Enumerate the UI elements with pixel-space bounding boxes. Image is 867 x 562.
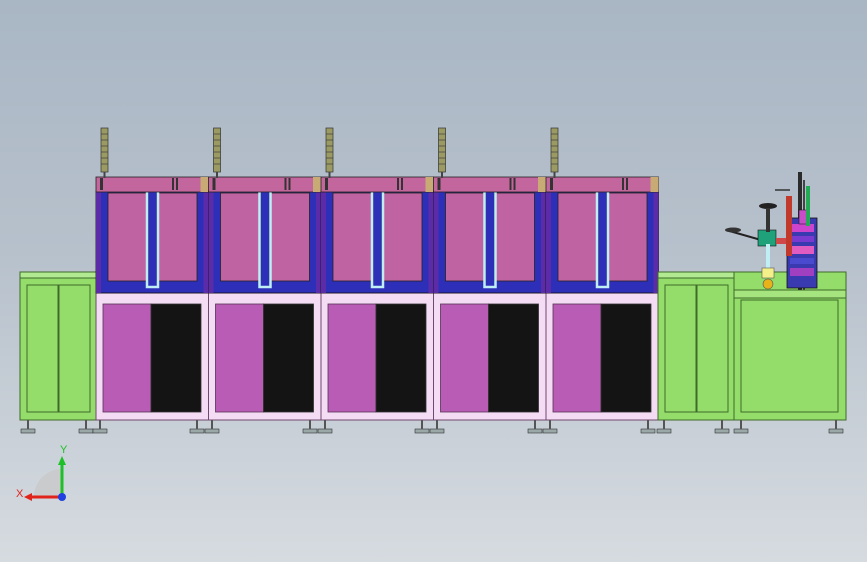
leveling-foot [733,428,749,434]
top-rail [320,176,434,193]
top-rail [545,176,659,193]
top-rail [433,176,547,193]
lower-panel-window [263,303,314,413]
y-axis-label: Y [60,444,68,456]
leveling-foot [78,428,94,434]
chamber-module [95,127,209,421]
signal-tower [550,127,559,173]
signal-tower [213,127,221,173]
chamber-module [545,127,659,421]
x-axis-arrowhead [24,493,32,501]
lower-panel-door [215,303,264,413]
leveling-foot [527,428,543,434]
lower-panel-door [552,303,602,413]
chamber-module [208,127,322,421]
triad-plane-icon [34,469,62,497]
signal-tower [100,127,109,173]
z-axis-marker [58,493,66,501]
right-green-cabinet [657,271,735,421]
leveling-foot [302,428,318,434]
lower-panel-window [488,303,539,413]
lower-panel-door [327,303,377,413]
leveling-feet [20,420,844,434]
signal-tower [438,127,446,173]
leveling-foot [828,428,844,434]
cad-viewport[interactable]: Y X [0,0,867,562]
leveling-foot [189,428,205,434]
leveling-foot [20,428,36,434]
production-line-assembly [19,127,847,434]
chamber-modules [95,127,659,421]
chamber-module [433,127,547,421]
leveling-foot [317,428,333,434]
leveling-foot [92,428,108,434]
leveling-foot [714,428,730,434]
leveling-foot [414,428,430,434]
leveling-foot [429,428,445,434]
y-axis-arrowhead [58,456,66,465]
top-rail [208,176,322,193]
leveling-foot [542,428,558,434]
lower-panel-door [102,303,152,413]
coordinate-triad: Y X [16,444,68,501]
lower-panel-window [600,303,652,413]
lower-panel-door [440,303,489,413]
signal-tower [325,127,334,173]
top-rail [95,176,209,193]
x-axis-label: X [16,488,24,500]
chamber-module [320,127,434,421]
workstation-table [733,271,847,421]
lower-panel-window [150,303,202,413]
leveling-foot [640,428,656,434]
leveling-foot [204,428,220,434]
leveling-foot [656,428,672,434]
left-green-cabinet [19,271,98,421]
lower-panel-window [375,303,427,413]
